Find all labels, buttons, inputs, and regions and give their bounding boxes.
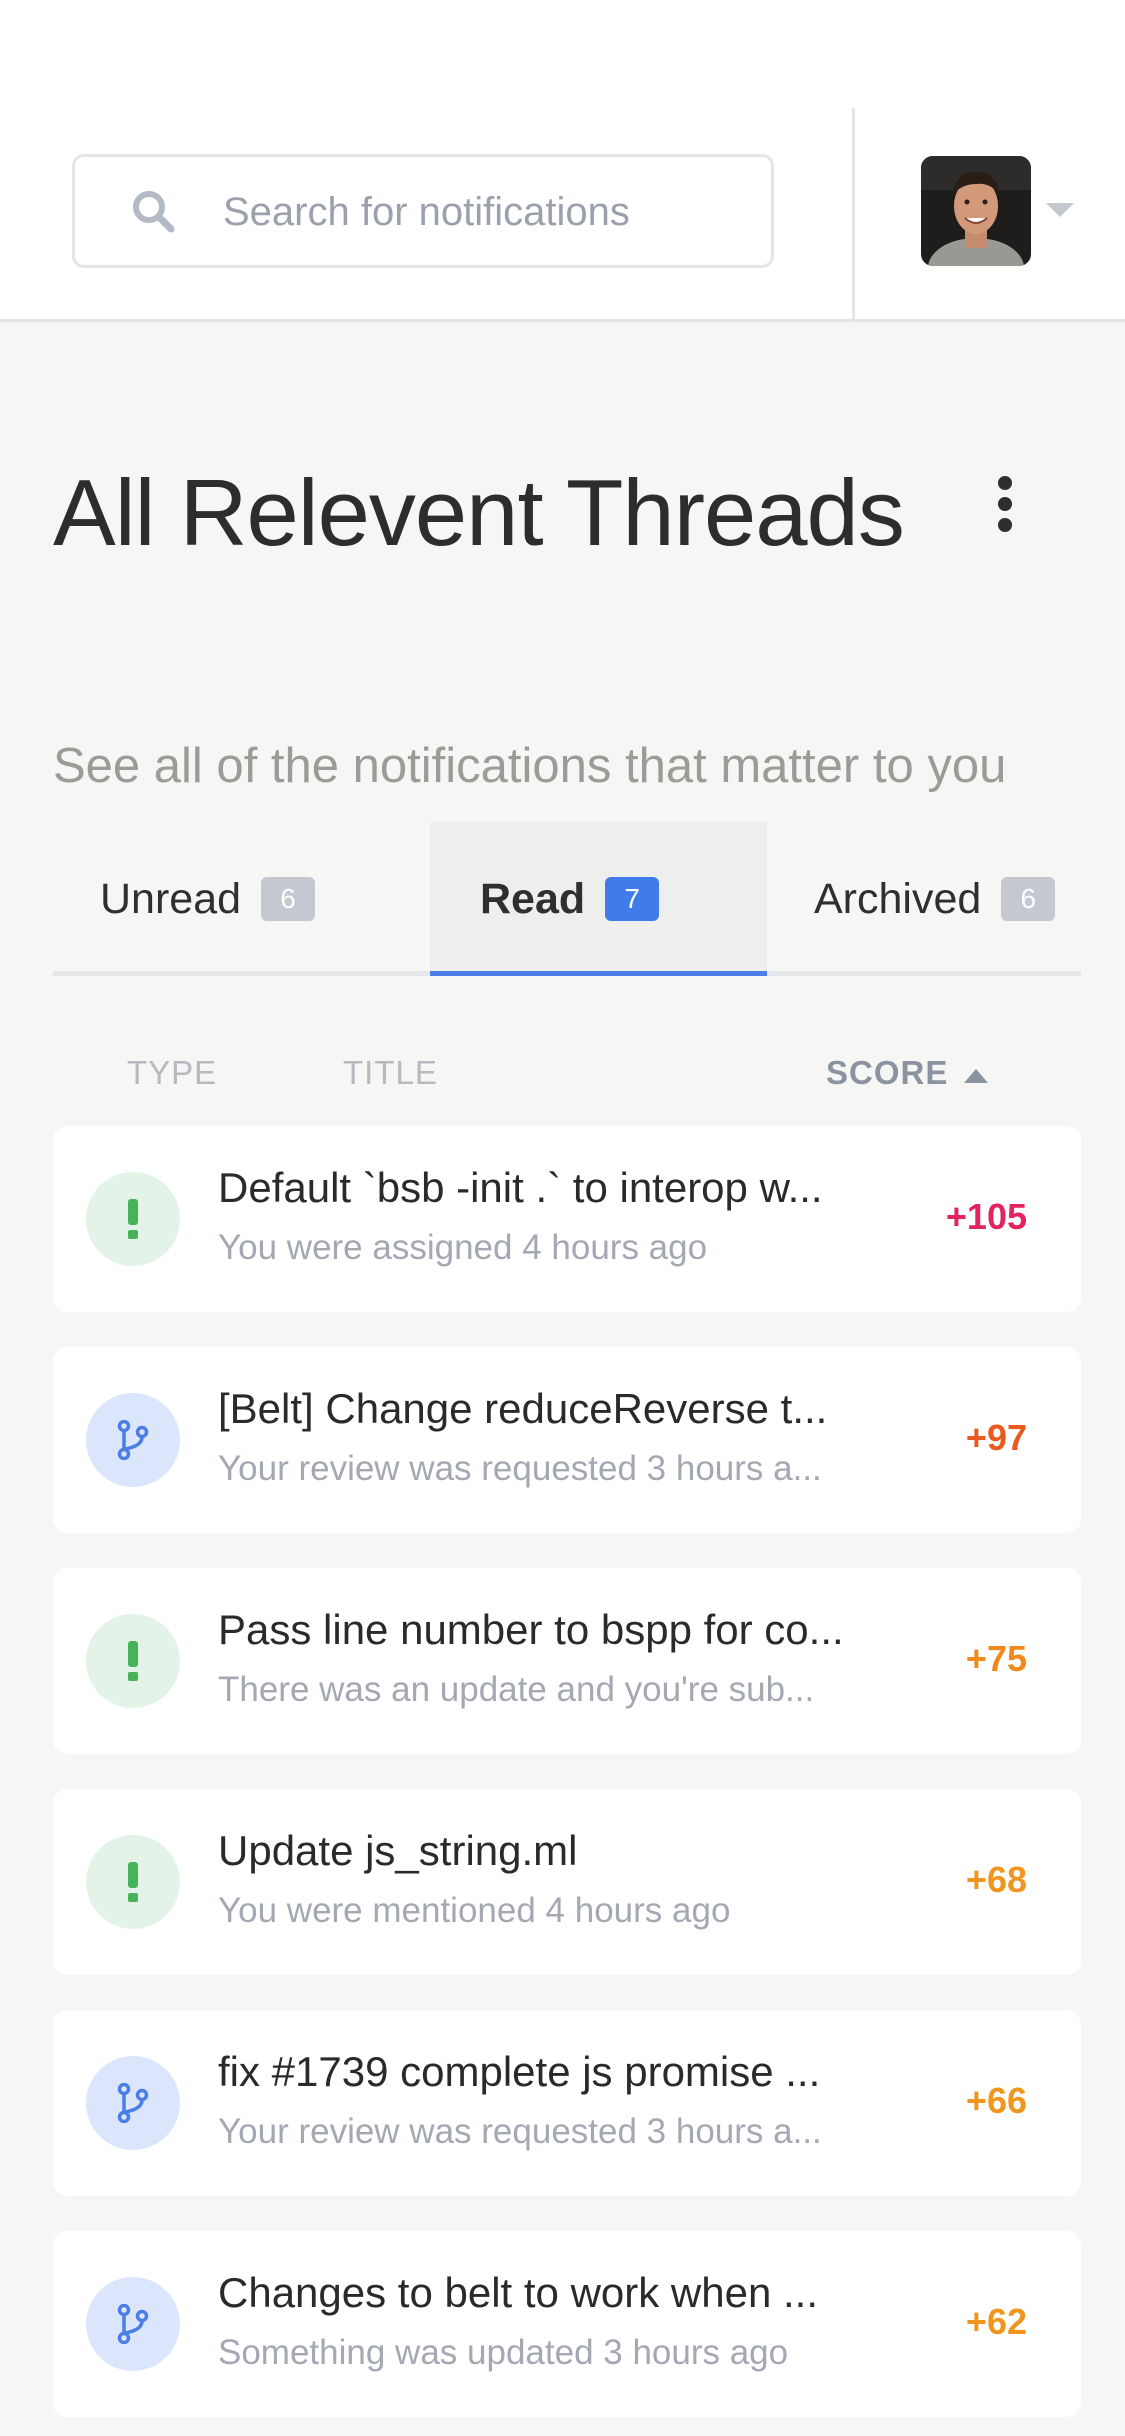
top-header: Search for notifications (0, 0, 1125, 322)
notification-title: Pass line number to bspp for co... (218, 1606, 844, 1653)
notification-card[interactable]: [Belt] Change reduceReverse t... Your rev… (53, 1347, 1081, 1533)
notification-subtitle: Your review was requested 3 hours a... (218, 2112, 822, 2151)
notification-score: +97 (965, 1417, 1027, 1458)
tab-unread[interactable]: Unread 6 (53, 822, 430, 976)
notification-card[interactable]: Default `bsb -init .` to interop w... You… (53, 1126, 1081, 1312)
notification-title: Changes to belt to work when ... (218, 2269, 818, 2316)
notification-card[interactable]: fix #1739 complete js promise ... Your re… (53, 2010, 1081, 2196)
notification-score: +75 (965, 1638, 1027, 1679)
git-branch-icon (86, 2277, 180, 2371)
search-input[interactable]: Search for notifications (72, 154, 774, 268)
notification-card[interactable]: Changes to belt to work when ... Somethin… (53, 2231, 1081, 2417)
tab-read-label: Read (480, 874, 586, 923)
notification-card[interactable]: Update js_string.ml You were mentioned 4 … (53, 1789, 1081, 1975)
git-branch-icon (86, 2056, 180, 2150)
column-header-title[interactable]: TITLE (343, 1054, 438, 1092)
sort-ascending-icon[interactable] (964, 1069, 988, 1083)
tab-read[interactable]: Read 7 (430, 822, 767, 976)
exclamation-icon (86, 1835, 180, 1929)
chevron-down-icon[interactable] (1046, 203, 1074, 217)
notification-score: +105 (945, 1196, 1027, 1237)
notification-subtitle: Your review was requested 3 hours a... (218, 1449, 822, 1488)
tab-archived-label: Archived (814, 874, 982, 923)
notification-score: +62 (965, 2301, 1027, 2342)
notification-title: Default `bsb -init .` to interop w... (218, 1164, 823, 1211)
more-vertical-icon[interactable] (990, 474, 1020, 534)
tab-unread-label: Unread (100, 874, 242, 923)
page-title: All Relevent Threads (53, 460, 905, 565)
notification-title: fix #1739 complete js promise ... (218, 2048, 821, 2095)
git-branch-icon (86, 1393, 180, 1487)
notification-card[interactable]: Pass line number to bspp for co... There … (53, 1568, 1081, 1754)
header-divider (852, 108, 855, 322)
search-placeholder: Search for notifications (223, 190, 630, 234)
exclamation-icon (86, 1172, 180, 1266)
notification-subtitle: You were assigned 4 hours ago (218, 1228, 708, 1267)
notification-subtitle: There was an update and you're sub... (218, 1670, 815, 1709)
notification-score: +68 (965, 1859, 1027, 1900)
page-subtitle: See all of the notifications that matter… (53, 739, 1007, 793)
notification-title: [Belt] Change reduceReverse t... (218, 1385, 828, 1432)
column-header-type[interactable]: TYPE (127, 1054, 217, 1092)
notification-subtitle: You were mentioned 4 hours ago (218, 1891, 731, 1930)
user-avatar[interactable] (921, 156, 1031, 266)
tab-bar: Unread 6 Read 7 Archived 6 (53, 822, 1081, 976)
active-tab-indicator (430, 971, 767, 976)
tab-archived[interactable]: Archived 6 (767, 822, 1081, 976)
tab-archived-count: 6 (1001, 877, 1056, 921)
tab-unread-count: 6 (261, 877, 316, 921)
notification-title: Update js_string.ml (218, 1827, 578, 1874)
exclamation-icon (86, 1614, 180, 1708)
notification-subtitle: Something was updated 3 hours ago (218, 2333, 789, 2372)
column-header-score[interactable]: SCORE (826, 1054, 948, 1092)
notification-score: +66 (965, 2080, 1027, 2121)
search-icon (133, 191, 175, 233)
tab-read-count: 7 (605, 877, 660, 921)
